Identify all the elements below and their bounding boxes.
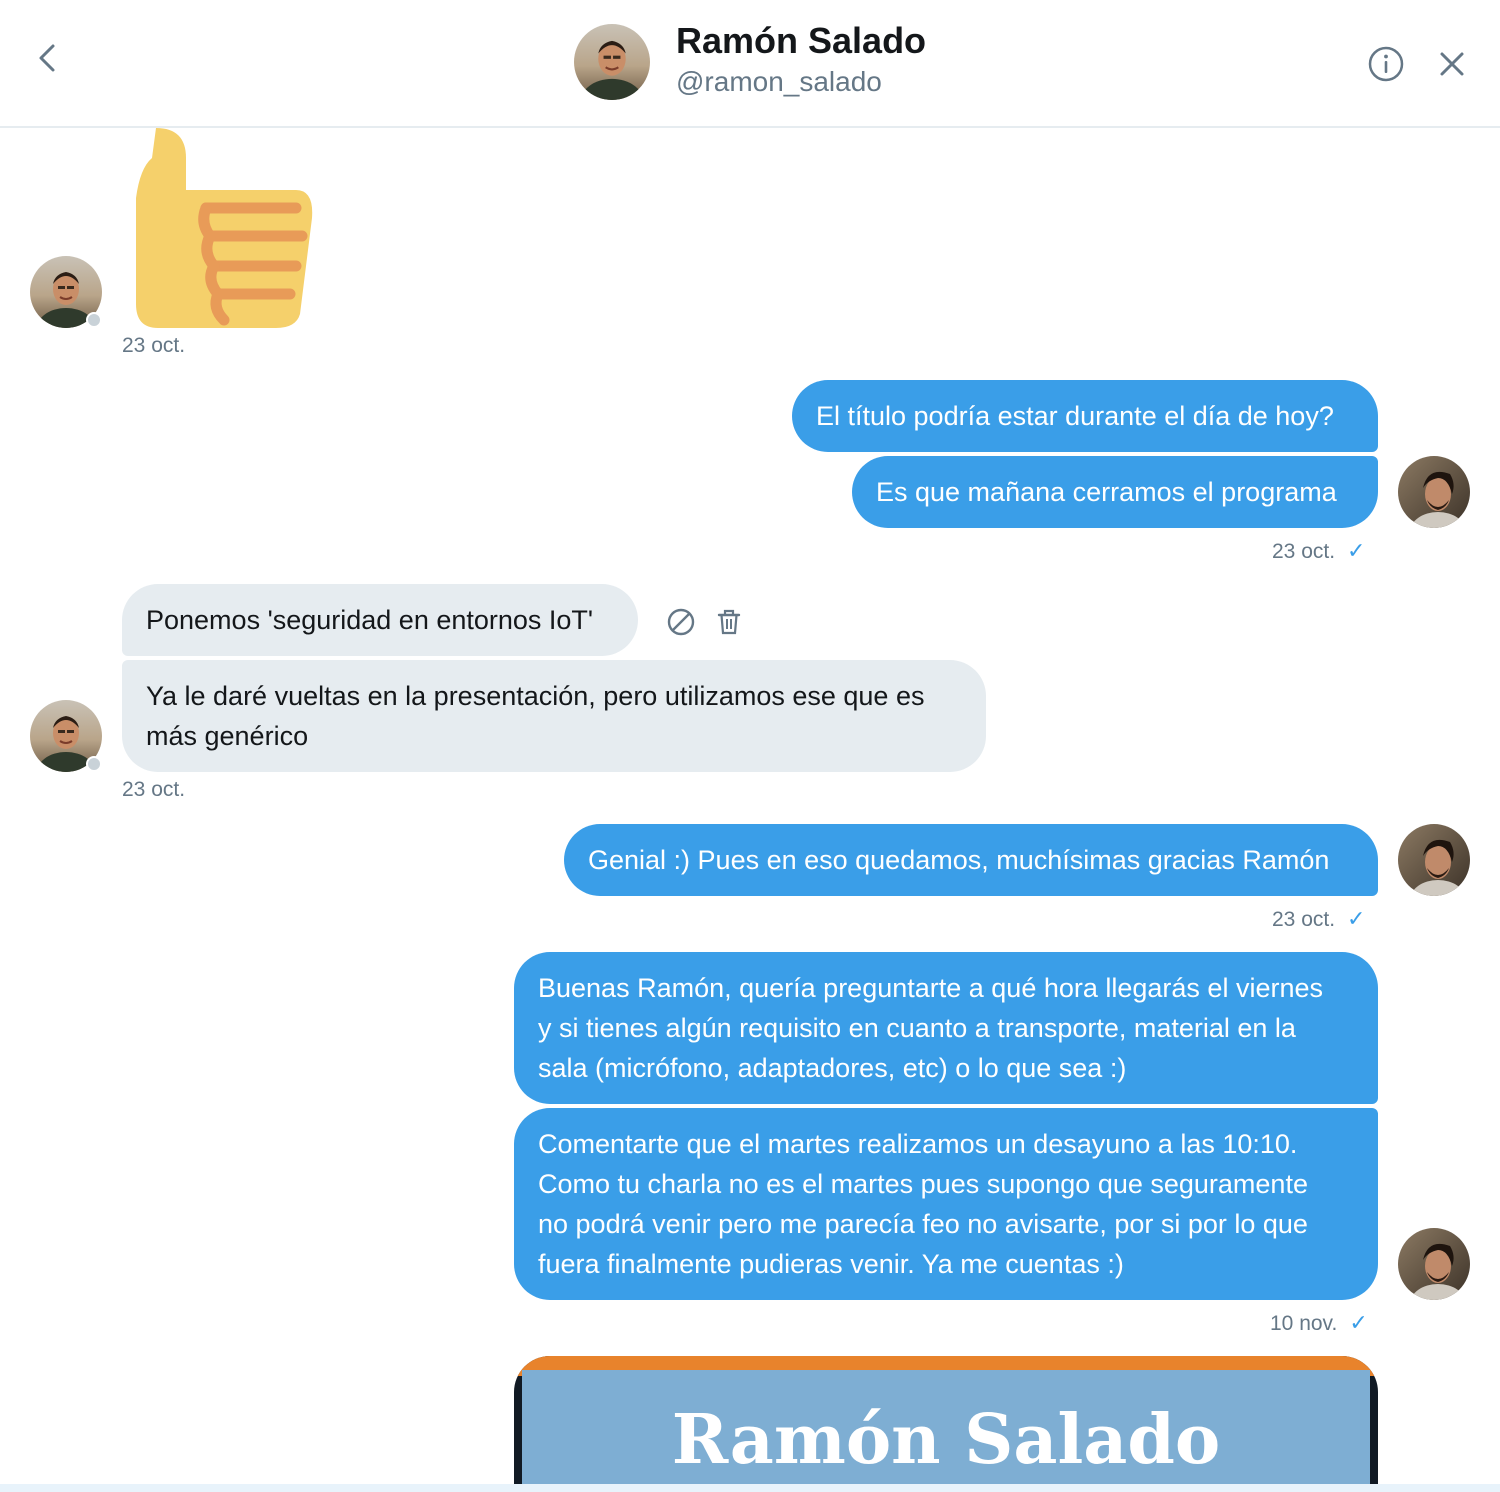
message-timestamp: 23 oct. [122, 334, 186, 357]
card-image: Ramón Salado [522, 1370, 1370, 1492]
message-bubble-outgoing[interactable]: Buenas Ramón, quería preguntarte a qué h… [514, 952, 1378, 1104]
own-avatar[interactable] [1398, 456, 1470, 528]
block-icon [667, 608, 695, 636]
message-bubble-outgoing[interactable]: Genial :) Pues en eso quedamos, muchísim… [564, 824, 1378, 896]
thumbs-up-emoji [136, 128, 313, 328]
close-icon [1440, 52, 1464, 76]
read-check-icon: ✓ [1347, 538, 1366, 563]
back-chevron-icon [39, 44, 55, 72]
block-button[interactable] [665, 606, 697, 638]
back-button[interactable] [26, 36, 70, 80]
online-indicator [86, 756, 102, 772]
media-preview-card[interactable]: Ramón Salado [514, 1356, 1378, 1492]
message-bubble-incoming[interactable]: Ponemos 'seguridad en entornos IoT' [122, 584, 638, 656]
own-avatar[interactable] [1398, 1228, 1470, 1300]
timestamp-text: 23 oct. [1272, 908, 1336, 931]
header-avatar[interactable] [574, 24, 650, 100]
read-check-icon: ✓ [1347, 906, 1366, 931]
read-check-icon: ✓ [1349, 1310, 1368, 1335]
close-button[interactable] [1430, 42, 1474, 86]
online-indicator [86, 312, 102, 328]
info-icon [1368, 46, 1404, 82]
contact-name[interactable]: Ramón Salado [676, 20, 926, 62]
message-bubble-outgoing[interactable]: Comentarte que el martes realizamos un d… [514, 1108, 1378, 1300]
conversation-header: Ramón Salado @ramon_salado [0, 0, 1500, 128]
timestamp-text: 10 nov. [1270, 1312, 1338, 1335]
delete-button[interactable] [713, 606, 745, 638]
message-timestamp: 23 oct. [122, 778, 186, 801]
message-bubble-outgoing[interactable]: Es que mañana cerramos el programa [852, 456, 1378, 528]
message-timestamp: 10 nov. ✓ [1270, 1310, 1368, 1336]
message-timestamp: 23 oct. ✓ [1272, 538, 1365, 564]
contact-handle[interactable]: @ramon_salado [676, 66, 882, 98]
own-avatar[interactable] [1398, 824, 1470, 896]
message-timestamp: 23 oct. ✓ [1272, 906, 1365, 932]
composer-edge [0, 1484, 1500, 1492]
trash-icon [717, 609, 741, 635]
message-bubble-outgoing[interactable]: El título podría estar durante el día de… [792, 380, 1378, 452]
info-button[interactable] [1364, 42, 1408, 86]
card-title: Ramón Salado [671, 1400, 1221, 1480]
timestamp-text: 23 oct. [1272, 540, 1336, 563]
message-emoji[interactable] [136, 128, 316, 330]
message-bubble-incoming[interactable]: Ya le daré vueltas en la presentación, p… [122, 660, 986, 772]
